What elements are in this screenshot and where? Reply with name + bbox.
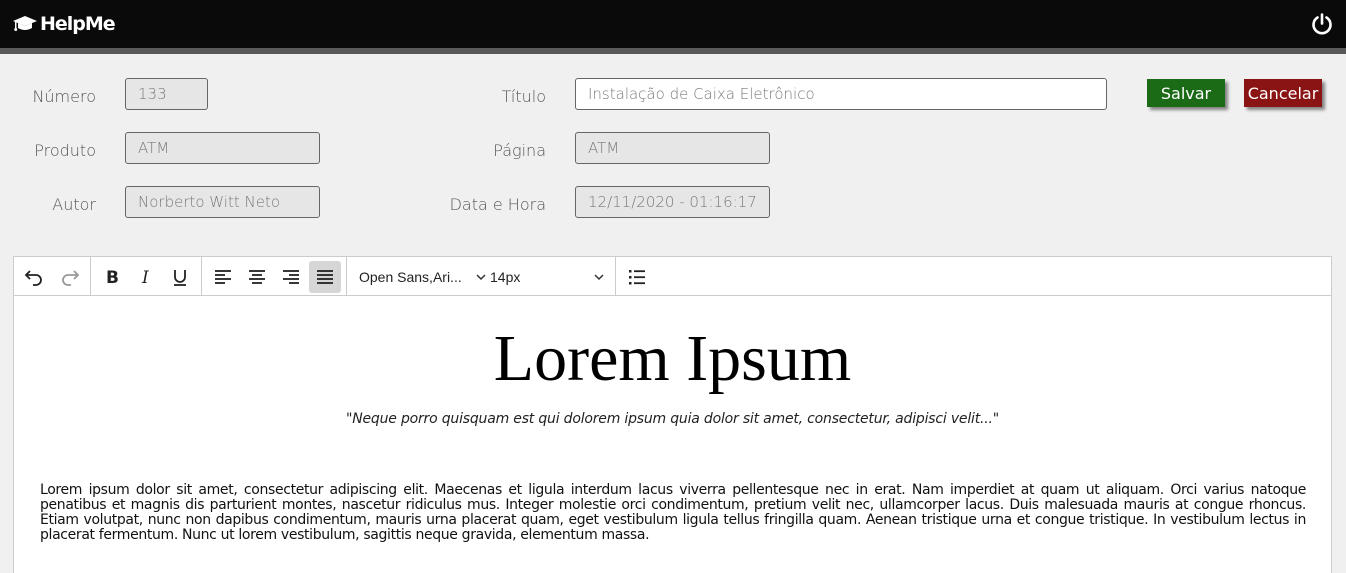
align-left-icon [215,270,231,284]
chevron-down-icon [476,274,486,281]
svg-text:B: B [106,268,119,287]
underline-icon [174,270,186,286]
content-paragraph: Lorem ipsum dolor sit amet, consectetur … [40,482,1306,543]
history-group [14,257,91,296]
underline-button[interactable] [164,261,196,293]
format-group: B I [91,257,202,296]
bold-button[interactable]: B [96,261,128,293]
svg-text:I: I [141,268,149,287]
font-group: Open Sans,Ari... 14px [347,257,616,296]
save-button[interactable]: Salvar [1147,79,1225,107]
numero-field[interactable]: 133 [125,78,208,110]
produto-field[interactable]: ATM [125,132,320,164]
brand-logo[interactable]: HelpMe [12,12,116,36]
align-right-button[interactable] [275,261,307,293]
pagina-label: Página [493,141,546,160]
redo-button[interactable] [54,261,86,293]
content-heading: Lorem Ipsum [493,322,852,395]
font-size-select[interactable]: 14px [490,261,612,293]
chevron-down-icon [594,274,604,281]
italic-icon: I [141,268,149,287]
align-justify-button[interactable] [309,261,341,293]
alignment-group [202,257,347,296]
titulo-label: Título [501,87,546,106]
align-justify-icon [317,270,333,284]
bullet-list-icon [629,270,645,285]
undo-button[interactable] [18,261,50,293]
font-size-value: 14px [490,269,521,285]
produto-label: Produto [34,141,96,160]
content-quote: "Neque porro quisquam est qui dolorem ip… [346,411,999,427]
autor-field[interactable]: Norberto Witt Neto [125,186,320,218]
align-center-icon [249,270,265,284]
cancel-button[interactable]: Cancelar [1244,79,1322,107]
font-family-value: Open Sans,Ari... [359,269,462,285]
power-icon [1312,13,1332,35]
bold-icon: B [106,268,119,287]
datahora-label: Data e Hora [449,195,546,214]
editor-toolbar: B I Open Sans,Ari... 14px [14,257,1331,296]
graduation-cap-icon [13,16,37,31]
power-button[interactable] [1310,12,1334,36]
datahora-field[interactable]: 12/11/2020 - 01:16:17 [575,186,770,218]
titulo-field[interactable]: Instalação de Caixa Eletrônico [575,78,1107,110]
font-family-select[interactable]: Open Sans,Ari... [359,261,486,293]
align-center-button[interactable] [241,261,273,293]
autor-label: Autor [52,195,96,214]
redo-icon [62,270,80,286]
rich-text-editor: B I Open Sans,Ari... 14px Lorem Ipsum "N… [13,256,1332,573]
top-bar: HelpMe [0,0,1346,48]
top-bar-shadow [0,48,1346,54]
pagina-field[interactable]: ATM [575,132,770,164]
undo-icon [24,270,42,286]
align-right-icon [283,270,299,284]
numero-label: Número [32,87,96,106]
brand-name: HelpMe [40,13,116,35]
bullet-list-button[interactable] [621,261,653,293]
italic-button[interactable]: I [130,261,162,293]
align-left-button[interactable] [207,261,239,293]
